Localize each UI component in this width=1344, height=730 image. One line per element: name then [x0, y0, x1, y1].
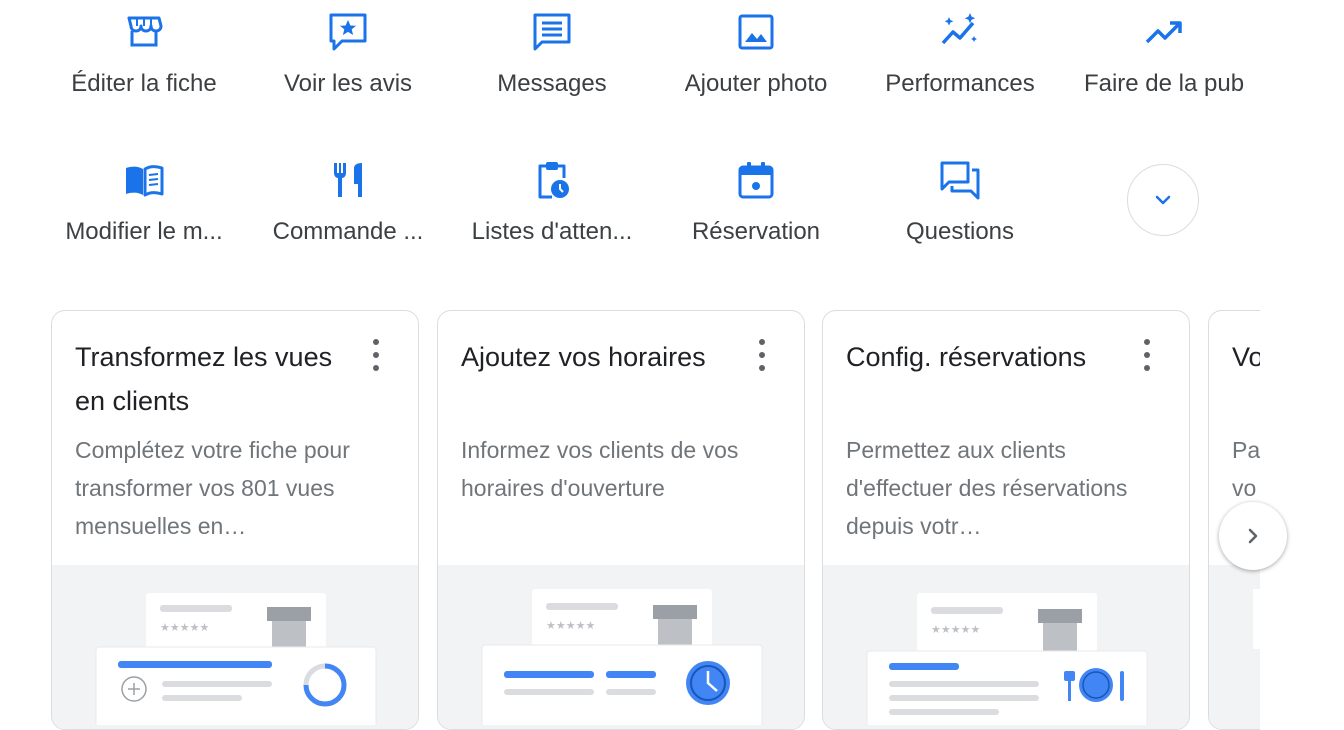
- action-edit-menu[interactable]: Modifier le m...: [42, 160, 246, 246]
- svg-text:★★★★★: ★★★★★: [160, 621, 209, 634]
- suggestion-card[interactable]: Ajoutez vos horaires Informez vos client…: [437, 310, 805, 730]
- forum-icon: [940, 160, 980, 200]
- card-illustration: ★★★★★: [438, 565, 804, 729]
- photo-icon: [736, 12, 776, 52]
- clipboard-clock-icon: [532, 160, 572, 200]
- storefront-icon: [124, 12, 164, 52]
- action-order[interactable]: Commande ...: [246, 160, 450, 246]
- action-label: Ajouter photo: [684, 70, 828, 97]
- svg-text:★★★★★: ★★★★★: [546, 619, 595, 632]
- restaurant-icon: [328, 160, 368, 200]
- action-label: Voir les avis: [283, 70, 413, 97]
- action-add-photo[interactable]: Ajouter photo: [654, 12, 858, 98]
- action-label: Listes d'atten...: [471, 218, 633, 245]
- card-title: Transformez les vues en clients: [75, 342, 333, 416]
- action-waitlist[interactable]: Listes d'atten...: [450, 160, 654, 246]
- suggestion-card[interactable]: Config. réservations Permettez aux clien…: [822, 310, 1190, 730]
- calendar-icon: [736, 160, 776, 200]
- card-illustration: ★★★★★: [52, 565, 418, 729]
- card-description: Permettez aux clients d'effectuer des ré…: [846, 437, 1128, 539]
- trending-up-icon: [1144, 12, 1184, 52]
- card-illustration: ★★★★★: [823, 565, 1189, 729]
- more-vert-icon[interactable]: [1133, 337, 1161, 373]
- action-label: Performances: [885, 70, 1035, 97]
- suggestion-card[interactable]: Transformez les vues en clients Compléte…: [51, 310, 419, 730]
- action-messages[interactable]: Messages: [450, 12, 654, 98]
- card-title: Ajoutez vos horaires: [461, 342, 706, 372]
- action-label: Questions: [905, 218, 1015, 245]
- message-icon: [532, 12, 572, 52]
- action-label: Commande ...: [272, 218, 424, 245]
- action-label: Éditer la fiche: [71, 70, 217, 97]
- more-vert-icon[interactable]: [748, 337, 776, 373]
- action-see-reviews[interactable]: Voir les avis: [246, 12, 450, 98]
- chevron-right-icon: [1241, 524, 1265, 548]
- action-label: Modifier le m...: [65, 218, 223, 245]
- action-label: Faire de la pub: [1083, 70, 1245, 97]
- action-questions[interactable]: Questions: [858, 160, 1062, 246]
- card-description: Pa vo: [1232, 437, 1260, 501]
- svg-text:★★★★★: ★★★★★: [931, 623, 980, 636]
- card-title: Config. réservations: [846, 342, 1087, 372]
- action-label: Messages: [497, 70, 607, 97]
- action-performance[interactable]: Performances: [858, 12, 1062, 98]
- card-description: Informez vos clients de vos horaires d'o…: [461, 437, 739, 501]
- chevron-down-icon: [1151, 188, 1175, 212]
- card-description: Complétez votre fiche pour transformer v…: [75, 437, 350, 539]
- carousel-next-button[interactable]: [1219, 502, 1287, 570]
- action-edit-profile[interactable]: Éditer la fiche: [42, 12, 246, 98]
- card-illustration: [1209, 565, 1260, 729]
- expand-actions-button[interactable]: [1127, 164, 1199, 236]
- action-advertise[interactable]: Faire de la pub: [1062, 12, 1266, 98]
- star-review-icon: [328, 12, 368, 52]
- menu-book-icon: [124, 160, 164, 200]
- card-title: Vo: [1232, 342, 1260, 372]
- action-reservation[interactable]: Réservation: [654, 160, 858, 246]
- more-vert-icon[interactable]: [362, 337, 390, 373]
- action-label: Réservation: [691, 218, 821, 245]
- sparkle-chart-icon: [940, 12, 980, 52]
